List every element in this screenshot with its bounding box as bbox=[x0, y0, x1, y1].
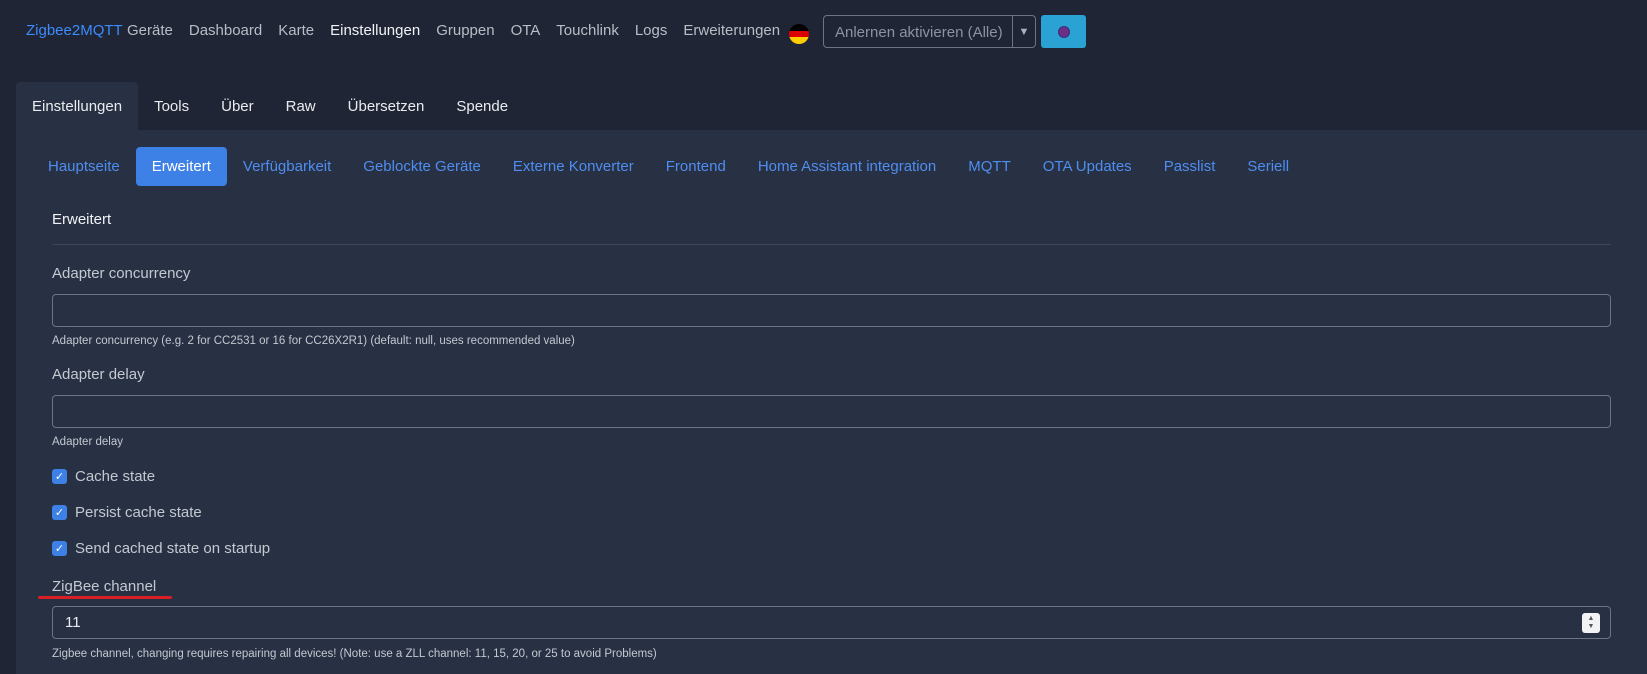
theme-toggle-button[interactable] bbox=[1041, 15, 1086, 48]
germany-flag-icon[interactable] bbox=[789, 24, 809, 44]
top-navbar: Zigbee2MQTT Geräte Dashboard Karte Einst… bbox=[0, 0, 1647, 66]
adapter-delay-label: Adapter delay bbox=[52, 366, 145, 383]
send-cached-state-row[interactable]: ✓ Send cached state on startup bbox=[52, 540, 270, 557]
subtab-passlist[interactable]: Passlist bbox=[1148, 147, 1232, 186]
zigbee-channel-label: ZigBee channel bbox=[52, 578, 157, 595]
zigbee-channel-help: Zigbee channel, changing requires repair… bbox=[52, 648, 657, 660]
cache-state-row[interactable]: ✓ Cache state bbox=[52, 468, 155, 485]
adapter-delay-help: Adapter delay bbox=[52, 436, 123, 448]
cache-state-label: Cache state bbox=[75, 468, 156, 485]
nav-link-karte[interactable]: Karte bbox=[278, 22, 314, 39]
settings-tabs: Einstellungen Tools Über Raw Übersetzen … bbox=[16, 82, 524, 130]
tab-tools[interactable]: Tools bbox=[138, 82, 205, 130]
persist-cache-state-checkbox[interactable]: ✓ bbox=[52, 505, 67, 520]
section-divider bbox=[52, 244, 1611, 245]
tab-einstellungen[interactable]: Einstellungen bbox=[16, 82, 139, 130]
subtab-hauptseite[interactable]: Hauptseite bbox=[32, 147, 136, 186]
subtab-geblockte-geraete[interactable]: Geblockte Geräte bbox=[347, 147, 497, 186]
send-cached-state-label: Send cached state on startup bbox=[75, 540, 271, 557]
subtab-mqtt[interactable]: MQTT bbox=[952, 147, 1027, 186]
nav-link-logs[interactable]: Logs bbox=[635, 22, 668, 39]
section-title: Erweitert bbox=[52, 211, 112, 228]
nav-link-erweiterungen[interactable]: Erweiterungen bbox=[683, 22, 780, 39]
persist-cache-state-label: Persist cache state bbox=[75, 504, 202, 521]
zigbee-channel-value: 11 bbox=[65, 614, 81, 631]
adapter-concurrency-help: Adapter concurrency (e.g. 2 for CC2531 o… bbox=[52, 335, 575, 347]
chevron-down-icon[interactable]: ▼ bbox=[1012, 16, 1035, 47]
brand-link[interactable]: Zigbee2MQTT bbox=[26, 22, 123, 39]
subtab-verfuegbarkeit[interactable]: Verfügbarkeit bbox=[227, 147, 347, 186]
persist-cache-state-row[interactable]: ✓ Persist cache state bbox=[52, 504, 202, 521]
subtab-erweitert[interactable]: Erweitert bbox=[135, 147, 227, 186]
sub-tabs: Hauptseite Erweitert Verfügbarkeit Geblo… bbox=[32, 147, 1305, 186]
number-spinner-icon[interactable]: ▲ ▼ bbox=[1582, 613, 1600, 633]
tab-uebersetzen[interactable]: Übersetzen bbox=[332, 82, 441, 130]
tab-raw[interactable]: Raw bbox=[270, 82, 332, 130]
subtab-home-assistant[interactable]: Home Assistant integration bbox=[742, 147, 952, 186]
subtab-seriell[interactable]: Seriell bbox=[1231, 147, 1305, 186]
adapter-concurrency-input[interactable] bbox=[52, 294, 1611, 327]
adapter-delay-input[interactable] bbox=[52, 395, 1611, 428]
zigbee-channel-input[interactable]: 11 ▲ ▼ bbox=[52, 606, 1611, 639]
subtab-frontend[interactable]: Frontend bbox=[650, 147, 742, 186]
permit-join-select[interactable]: Anlernen aktivieren (Alle) ▼ bbox=[823, 15, 1036, 48]
tab-ueber[interactable]: Über bbox=[205, 82, 270, 130]
subtab-ota-updates[interactable]: OTA Updates bbox=[1027, 147, 1148, 186]
main-nav: Geräte Dashboard Karte Einstellungen Gru… bbox=[127, 22, 796, 39]
subtab-externe-konverter[interactable]: Externe Konverter bbox=[497, 147, 650, 186]
cache-state-checkbox[interactable]: ✓ bbox=[52, 469, 67, 484]
nav-link-gruppen[interactable]: Gruppen bbox=[436, 22, 494, 39]
tab-spende[interactable]: Spende bbox=[440, 82, 524, 130]
highlight-underline bbox=[38, 596, 172, 599]
permit-join-label: Anlernen aktivieren (Alle) bbox=[835, 24, 1003, 41]
nav-link-geraete[interactable]: Geräte bbox=[127, 22, 173, 39]
nav-link-dashboard[interactable]: Dashboard bbox=[189, 22, 262, 39]
send-cached-state-checkbox[interactable]: ✓ bbox=[52, 541, 67, 556]
theme-toggle-icon bbox=[1057, 25, 1070, 38]
nav-link-einstellungen[interactable]: Einstellungen bbox=[330, 22, 420, 39]
adapter-concurrency-label: Adapter concurrency bbox=[52, 265, 191, 282]
nav-link-touchlink[interactable]: Touchlink bbox=[556, 22, 619, 39]
nav-link-ota[interactable]: OTA bbox=[511, 22, 541, 39]
